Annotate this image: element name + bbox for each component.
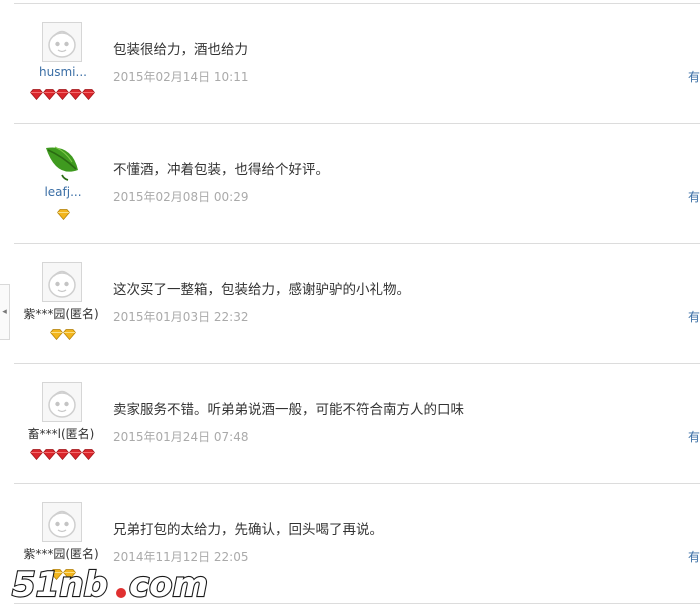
review-item: 紫***园(匿名) 这次买了一整箱，包装给力，感谢驴驴的小礼物。 2015年01…	[0, 244, 700, 364]
useful-link[interactable]: 有用	[688, 68, 700, 85]
reviewer-name[interactable]: leafj...	[23, 185, 103, 199]
useful-link[interactable]: 有用	[688, 308, 700, 325]
avatar[interactable]	[42, 502, 82, 542]
ruby-icon	[69, 445, 82, 464]
gold-diamond-icon	[50, 325, 63, 344]
review-comment: 不懂酒，冲着包装，也得给个好评。	[113, 162, 329, 178]
ruby-icon	[69, 85, 82, 104]
review-date: 2015年01月03日 22:32	[113, 310, 249, 324]
level-badge	[50, 325, 76, 344]
ruby-icon	[82, 445, 95, 464]
level-badge	[57, 205, 70, 224]
default-face-icon	[42, 502, 82, 542]
avatar[interactable]	[42, 262, 82, 302]
ruby-icon	[56, 85, 69, 104]
ruby-icon	[43, 445, 56, 464]
gold-diamond-icon	[57, 205, 70, 224]
avatar[interactable]	[42, 142, 82, 182]
review-comment: 这次买了一整箱，包装给力，感谢驴驴的小礼物。	[113, 282, 410, 298]
ruby-icon	[43, 85, 56, 104]
svg-text:com: com	[129, 565, 208, 605]
avatar[interactable]	[42, 382, 82, 422]
default-face-icon	[42, 22, 82, 62]
ruby-icon	[30, 85, 43, 104]
level-badge	[30, 445, 95, 464]
review-date: 2015年02月08日 00:29	[113, 190, 249, 204]
gold-diamond-icon	[63, 325, 76, 344]
default-face-icon	[42, 382, 82, 422]
reviewer-name[interactable]: 紫***园(匿名)	[21, 305, 101, 322]
review-item: husmi... 包装很给力，酒也给力 2015年02月14日 10:11 有用	[0, 4, 700, 124]
review-date: 2015年02月14日 10:11	[113, 70, 249, 84]
useful-link[interactable]: 有用	[688, 548, 700, 565]
ruby-icon	[56, 445, 69, 464]
review-item: 畜***l(匿名) 卖家服务不错。听弟弟说酒一般，可能不符合南方人的口味 201…	[0, 364, 700, 484]
useful-link[interactable]: 有用	[688, 428, 700, 445]
green-leaf-icon	[42, 142, 82, 182]
review-date: 2015年01月24日 07:48	[113, 430, 249, 444]
review-comment: 卖家服务不错。听弟弟说酒一般，可能不符合南方人的口味	[113, 402, 464, 418]
reviewer-name[interactable]: 畜***l(匿名)	[21, 425, 101, 442]
level-badge	[30, 85, 95, 104]
reviewer-name[interactable]: husmi...	[23, 65, 103, 79]
review-comment: 包装很给力，酒也给力	[113, 42, 248, 58]
ruby-icon	[82, 85, 95, 104]
review-item: leafj... 不懂酒，冲着包装，也得给个好评。 2015年02月08日 00…	[0, 124, 700, 244]
useful-link[interactable]: 有用	[688, 188, 700, 205]
review-comment: 兄弟打包的太给力，先确认，回头喝了再说。	[113, 522, 383, 538]
svg-text:51nb: 51nb	[12, 565, 108, 605]
review-feed: husmi... 包装很给力，酒也给力 2015年02月14日 10:11 有用…	[0, 0, 700, 609]
avatar[interactable]	[42, 22, 82, 62]
ruby-icon	[30, 445, 43, 464]
default-face-icon	[42, 262, 82, 302]
site-watermark-logo: 51nb com	[8, 560, 209, 608]
